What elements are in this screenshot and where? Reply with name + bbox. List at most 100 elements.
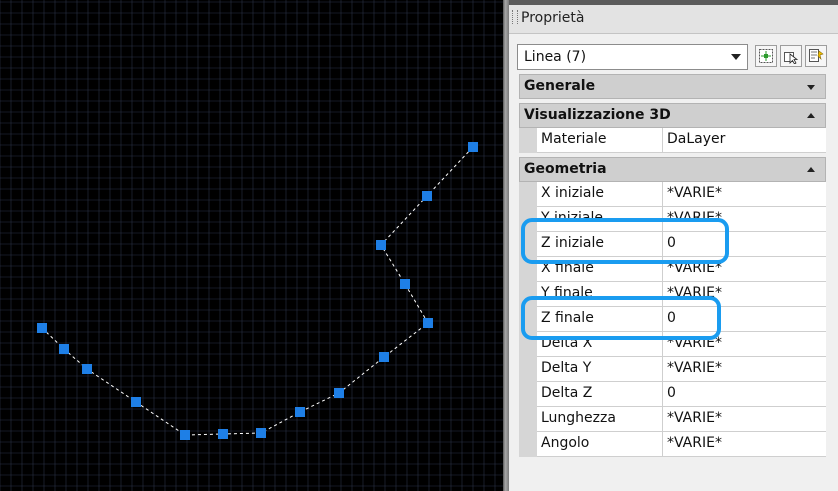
property-value: 0 [667,235,676,251]
property-row-x-iniziale[interactable]: X iniziale *VARIE* [537,182,826,207]
property-value-cell[interactable]: *VARIE* [663,182,826,206]
property-value-cell[interactable]: *VARIE* [663,257,826,281]
grip[interactable] [59,344,69,354]
property-label: Z iniziale [541,235,605,251]
property-row-materiale[interactable]: Materiale DaLayer [537,128,826,153]
grip[interactable] [37,323,47,333]
grip[interactable] [180,430,190,440]
section-geometria-label: Geometria [524,161,607,177]
grip[interactable] [295,407,305,417]
section-vis3d-header[interactable]: Visualizzazione 3D [519,103,826,128]
property-row-x-finale[interactable]: X finale *VARIE* [537,257,826,282]
property-label-cell: Angolo [537,432,663,456]
palette-titlebar[interactable]: Proprietà [509,5,838,34]
property-label: X finale [541,260,594,276]
grip[interactable] [256,428,266,438]
property-value: *VARIE* [667,410,722,426]
property-label-cell: Y iniziale [537,207,663,231]
grip[interactable] [131,397,141,407]
property-value-cell[interactable]: 0 [663,232,826,256]
property-label: X iniziale [541,185,605,201]
property-label-cell: Lunghezza [537,407,663,431]
grips[interactable] [37,142,478,440]
property-label: Y finale [541,285,593,301]
drawing-svg[interactable] [0,0,503,491]
grip-handle-icon[interactable] [512,10,518,24]
toggle-pickadd-button[interactable] [805,45,827,67]
property-value: *VARIE* [667,210,722,226]
property-value: *VARIE* [667,335,722,351]
property-label-cell: Y finale [537,282,663,306]
property-value-cell[interactable]: *VARIE* [663,407,826,431]
drawing-canvas[interactable] [0,0,503,491]
grip[interactable] [379,352,389,362]
grip[interactable] [218,429,228,439]
property-value-cell[interactable]: 0 [663,382,826,406]
selection-dropdown[interactable]: Linea (7) [517,44,748,70]
property-label: Delta X [541,335,593,351]
grid [0,0,503,491]
property-label: Y iniziale [541,210,603,226]
section-gutter [519,182,537,457]
property-value-cell[interactable]: DaLayer [663,128,826,152]
properties-palette: Proprietà Linea (7) Generale Visualizzaz… [509,0,838,491]
property-row-z-iniziale[interactable]: Z iniziale 0 [537,232,826,257]
property-label-cell: Delta Y [537,357,663,381]
property-label: Materiale [541,131,607,147]
property-value-cell[interactable]: *VARIE* [663,357,826,381]
polyline-left[interactable] [41,146,474,436]
property-value: 0 [667,310,676,326]
quick-select-button[interactable] [755,45,777,67]
property-row-lunghezza[interactable]: Lunghezza *VARIE* [537,407,826,432]
property-value: *VARIE* [667,260,722,276]
property-value-cell[interactable]: *VARIE* [663,432,826,456]
section-generale-header[interactable]: Generale [519,74,826,99]
property-label: Angolo [541,435,590,451]
grip[interactable] [468,142,478,152]
property-value: 0 [667,385,676,401]
chevron-up-icon[interactable] [807,113,815,118]
chevron-up-icon[interactable] [807,167,815,172]
property-value: *VARIE* [667,435,722,451]
property-row-delta-z[interactable]: Delta Z 0 [537,382,826,407]
section-gutter [519,128,537,153]
property-row-y-finale[interactable]: Y finale *VARIE* [537,282,826,307]
selected-lines[interactable] [41,146,474,436]
property-value-cell[interactable]: 0 [663,307,826,331]
property-value-cell[interactable]: *VARIE* [663,207,826,231]
property-label-cell: Delta Z [537,382,663,406]
quick-select-icon [759,49,773,63]
property-row-z-finale[interactable]: Z finale 0 [537,307,826,332]
property-value-cell[interactable]: *VARIE* [663,332,826,356]
section-geometria-header[interactable]: Geometria [519,157,826,182]
grip[interactable] [376,240,386,250]
property-value: *VARIE* [667,285,722,301]
property-row-delta-x[interactable]: Delta X *VARIE* [537,332,826,357]
chevron-down-icon[interactable] [807,85,815,90]
property-row-angolo[interactable]: Angolo *VARIE* [537,432,826,457]
grip[interactable] [422,191,432,201]
property-label-cell: Materiale [537,128,663,152]
grip[interactable] [82,364,92,374]
section-vis3d-label: Visualizzazione 3D [524,107,671,123]
section-generale-label: Generale [524,78,596,94]
property-label-cell: Z iniziale [537,232,663,256]
property-row-delta-y[interactable]: Delta Y *VARIE* [537,357,826,382]
property-value: DaLayer [667,131,726,147]
chevron-down-icon [731,54,741,60]
property-label-cell: X iniziale [537,182,663,206]
property-label-cell: X finale [537,257,663,281]
property-label: Z finale [541,310,594,326]
property-value: *VARIE* [667,360,722,376]
grip[interactable] [423,318,433,328]
select-objects-icon [784,52,799,64]
select-objects-button[interactable] [780,45,802,67]
grip[interactable] [334,388,344,398]
toggle-pickadd-icon [809,49,824,62]
property-label-cell: Delta X [537,332,663,356]
property-value-cell[interactable]: *VARIE* [663,282,826,306]
property-row-y-iniziale[interactable]: Y iniziale *VARIE* [537,207,826,232]
property-label: Delta Z [541,385,593,401]
property-label-cell: Z finale [537,307,663,331]
grip[interactable] [400,279,410,289]
